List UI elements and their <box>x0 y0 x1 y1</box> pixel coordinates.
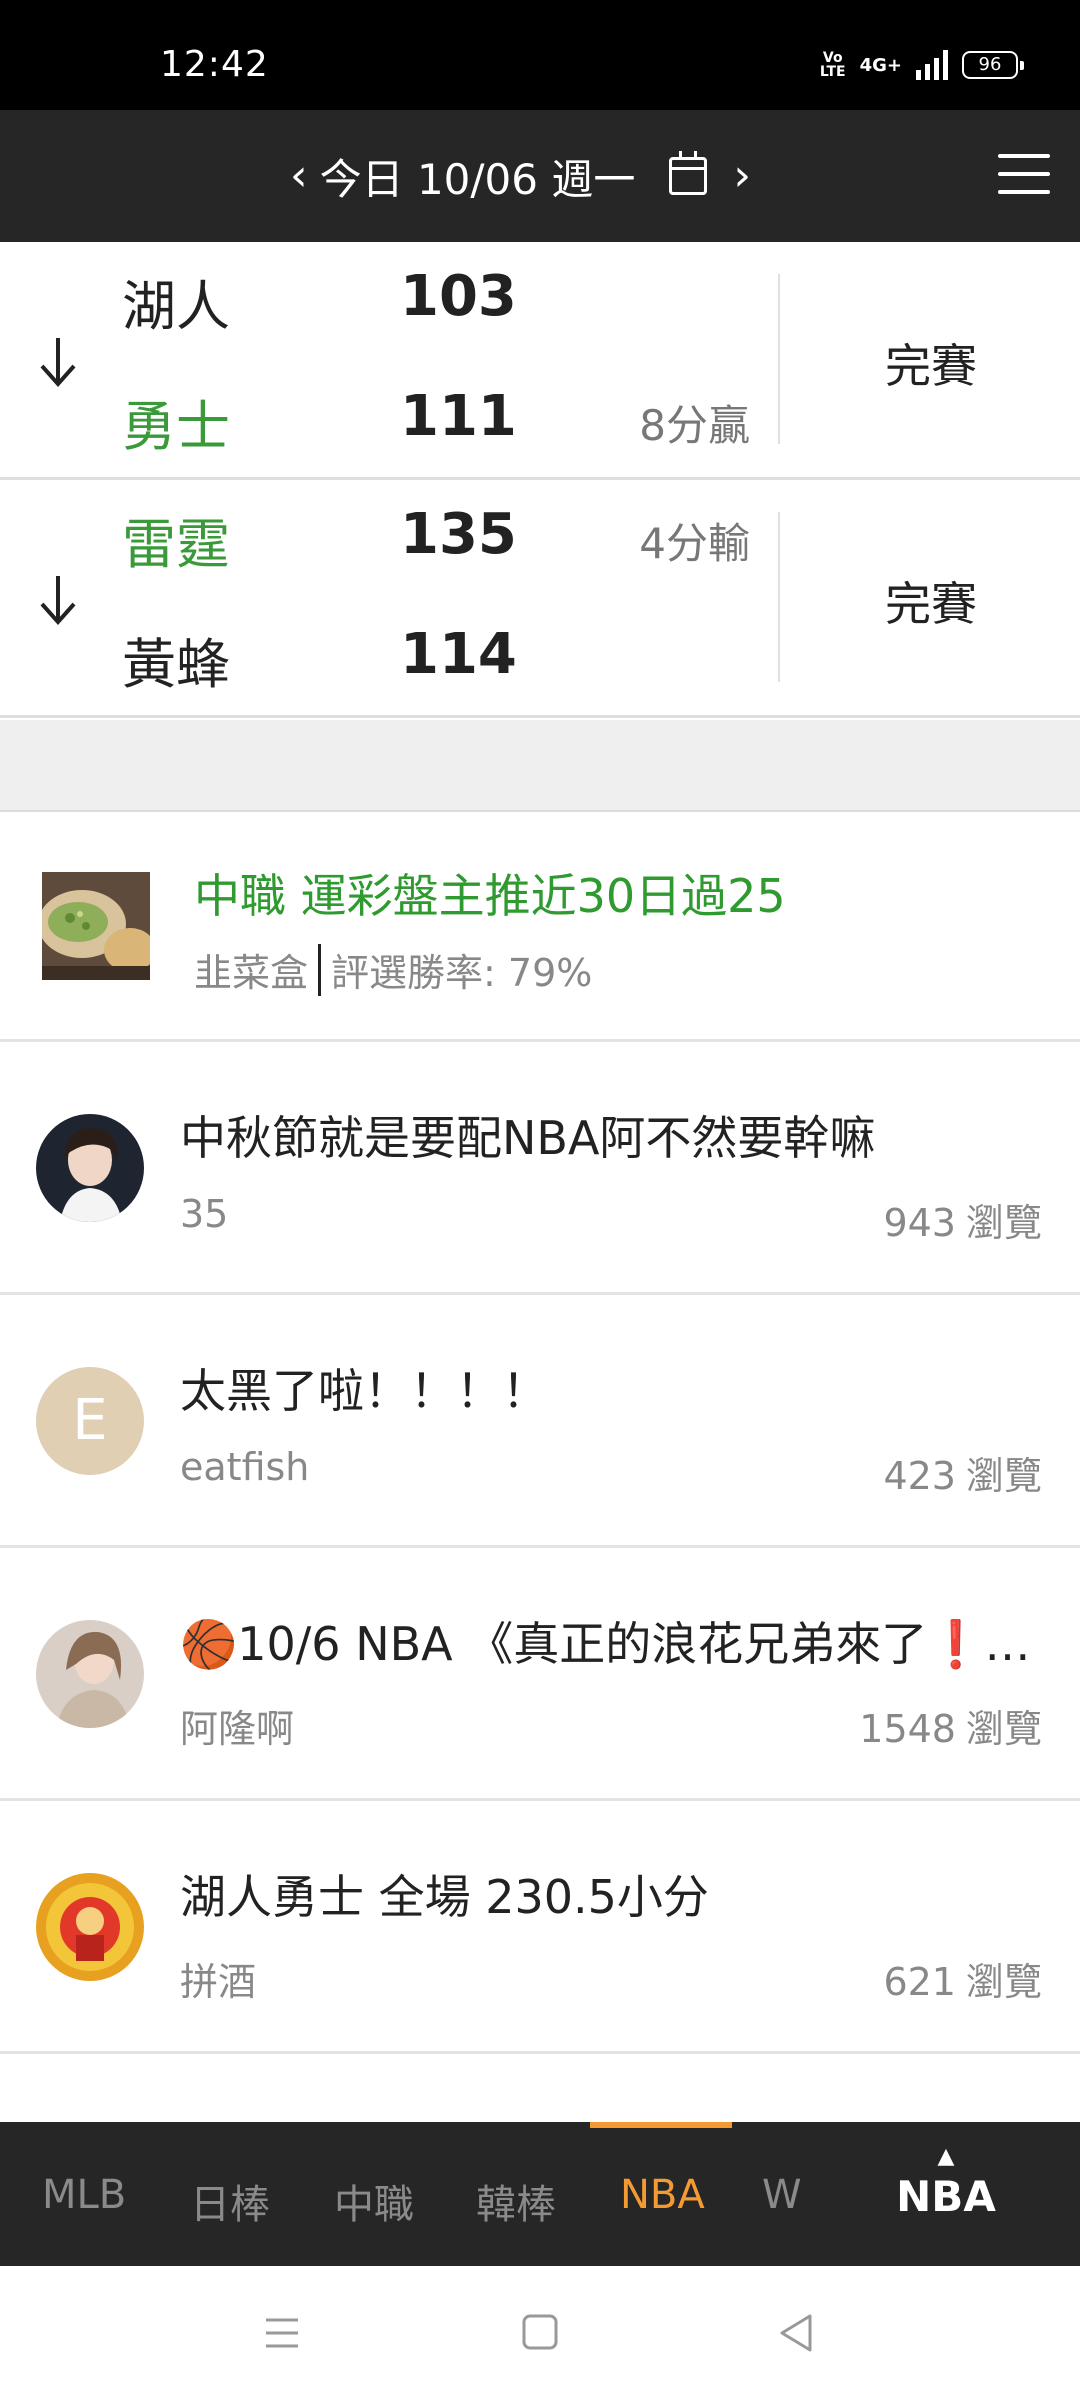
game-row[interactable]: 湖人 103 勇士 111 8分贏 完賽 <box>0 242 1080 480</box>
promo-item[interactable]: 中職 運彩盤主推近30日過25 韭菜盒 評選勝率: 79% <box>0 812 1080 1042</box>
tab-nba[interactable]: NBA <box>620 2172 705 2218</box>
chevron-left-icon[interactable]: ‹ <box>290 154 308 198</box>
recent-apps-icon[interactable] <box>252 2308 312 2358</box>
league-selector[interactable]: ▲ NBA <box>866 2144 1026 2222</box>
avatar: E <box>36 1367 144 1475</box>
tab-mlb[interactable]: MLB <box>42 2172 126 2218</box>
avatar <box>36 1114 144 1222</box>
tab-kbo[interactable]: 韓棒 <box>476 2172 556 2230</box>
home-icon[interactable] <box>510 2308 570 2358</box>
view-unit: 瀏覽 <box>965 1960 1042 2004</box>
post-title: 湖人勇士 全場 230.5小分 <box>180 1870 709 1924</box>
league-selector-label: NBA <box>896 2172 996 2221</box>
status-time: 12:42 <box>160 44 269 85</box>
list-item[interactable]: 中秋節就是要配NBA阿不然要幹嘛 35 943 瀏覽 <box>0 1042 1080 1295</box>
post-title: 🏀10/6 NBA 《真正的浪花兄弟來了❗… <box>180 1617 1031 1671</box>
game-status: 完賽 <box>885 577 977 631</box>
list-item[interactable]: 🏀10/6 NBA 《真正的浪花兄弟來了❗… 阿隆啊 1548 瀏覽 <box>0 1548 1080 1801</box>
list-item[interactable]: 湖人勇士 全場 230.5小分 拼酒 621 瀏覽 <box>0 1801 1080 2054</box>
date-navigator: ‹ 今日 10/06 週一 › <box>290 144 751 208</box>
team-name: 黃蜂 <box>122 633 230 696</box>
post-views: 943 瀏覽 <box>883 1192 1042 1247</box>
team-name: 雷霆 <box>122 513 230 576</box>
spread-result: 8分贏 <box>639 401 750 450</box>
post-views: 1548 瀏覽 <box>859 1698 1042 1753</box>
team-score: 103 <box>400 264 517 329</box>
section-separator <box>0 720 1080 812</box>
view-unit: 瀏覽 <box>965 1201 1042 1245</box>
battery-icon: 96 <box>962 51 1024 79</box>
post-title: 太黑了啦！！！！ <box>180 1364 548 1418</box>
view-count: 1548 <box>859 1707 956 1751</box>
divider <box>778 512 780 682</box>
game-status: 完賽 <box>885 339 977 393</box>
post-views: 423 瀏覽 <box>883 1445 1042 1500</box>
view-count: 943 <box>883 1201 956 1245</box>
promo-meta: 韭菜盒 評選勝率: 79% <box>194 942 592 997</box>
back-icon[interactable] <box>768 2308 828 2358</box>
status-bar: 12:42 Vo LTE 4G+ 96 <box>0 0 1080 110</box>
promo-author: 韭菜盒 <box>194 951 309 995</box>
team-score: 114 <box>400 622 517 687</box>
team-score: 111 <box>400 384 517 449</box>
team-score: 135 <box>400 502 517 567</box>
promo-title: 中職 運彩盤主推近30日過25 <box>194 869 786 923</box>
post-title: 中秋節就是要配NBA阿不然要幹嘛 <box>180 1111 876 1165</box>
divider <box>778 274 780 444</box>
view-count: 423 <box>883 1454 956 1498</box>
list-item[interactable]: E 太黑了啦！！！！ eatfish 423 瀏覽 <box>0 1295 1080 1548</box>
sport-tab-bar: MLB 日棒 中職 韓棒 NBA W ▲ NBA <box>0 2122 1080 2266</box>
arrow-down-icon[interactable] <box>34 570 82 630</box>
system-nav-bar <box>0 2266 1080 2400</box>
promo-winrate: 評選勝率: 79% <box>331 951 593 995</box>
tab-cpbl[interactable]: 中職 <box>334 2172 414 2230</box>
network-type: 4G+ <box>859 54 902 76</box>
caret-up-icon: ▲ <box>937 2144 955 2169</box>
chevron-right-icon[interactable]: › <box>733 154 751 198</box>
date-label[interactable]: 今日 10/06 週一 <box>320 146 636 207</box>
team-name: 勇士 <box>122 395 230 458</box>
post-author: eatfish <box>180 1445 310 1489</box>
game-row[interactable]: 雷霆 135 4分輸 黃蜂 114 完賽 <box>0 480 1080 718</box>
hamburger-menu-icon[interactable] <box>998 154 1050 194</box>
tab-w[interactable]: W <box>762 2172 802 2218</box>
promo-thumbnail <box>42 872 150 980</box>
tab-npb[interactable]: 日棒 <box>190 2172 270 2230</box>
active-tab-indicator <box>590 2122 732 2128</box>
view-unit: 瀏覽 <box>965 1707 1042 1751</box>
volte-icon: Vo LTE <box>819 50 846 80</box>
view-count: 621 <box>883 1960 956 2004</box>
post-author: 拼酒 <box>180 1960 257 2004</box>
post-author: 35 <box>180 1192 229 1236</box>
divider <box>318 943 322 996</box>
avatar <box>36 1873 144 1981</box>
date-header: ‹ 今日 10/06 週一 › <box>0 110 1080 242</box>
post-views: 621 瀏覽 <box>883 1951 1042 2006</box>
view-unit: 瀏覽 <box>965 1454 1042 1498</box>
avatar <box>36 1620 144 1728</box>
spread-result: 4分輸 <box>639 519 750 568</box>
battery-level: 96 <box>978 54 1002 75</box>
arrow-down-icon[interactable] <box>34 332 82 392</box>
team-name: 湖人 <box>122 275 230 338</box>
calendar-icon[interactable] <box>669 151 708 195</box>
system-icons: Vo LTE 4G+ 96 <box>819 50 1024 80</box>
signal-icon <box>916 50 948 80</box>
post-author: 阿隆啊 <box>180 1707 295 1751</box>
